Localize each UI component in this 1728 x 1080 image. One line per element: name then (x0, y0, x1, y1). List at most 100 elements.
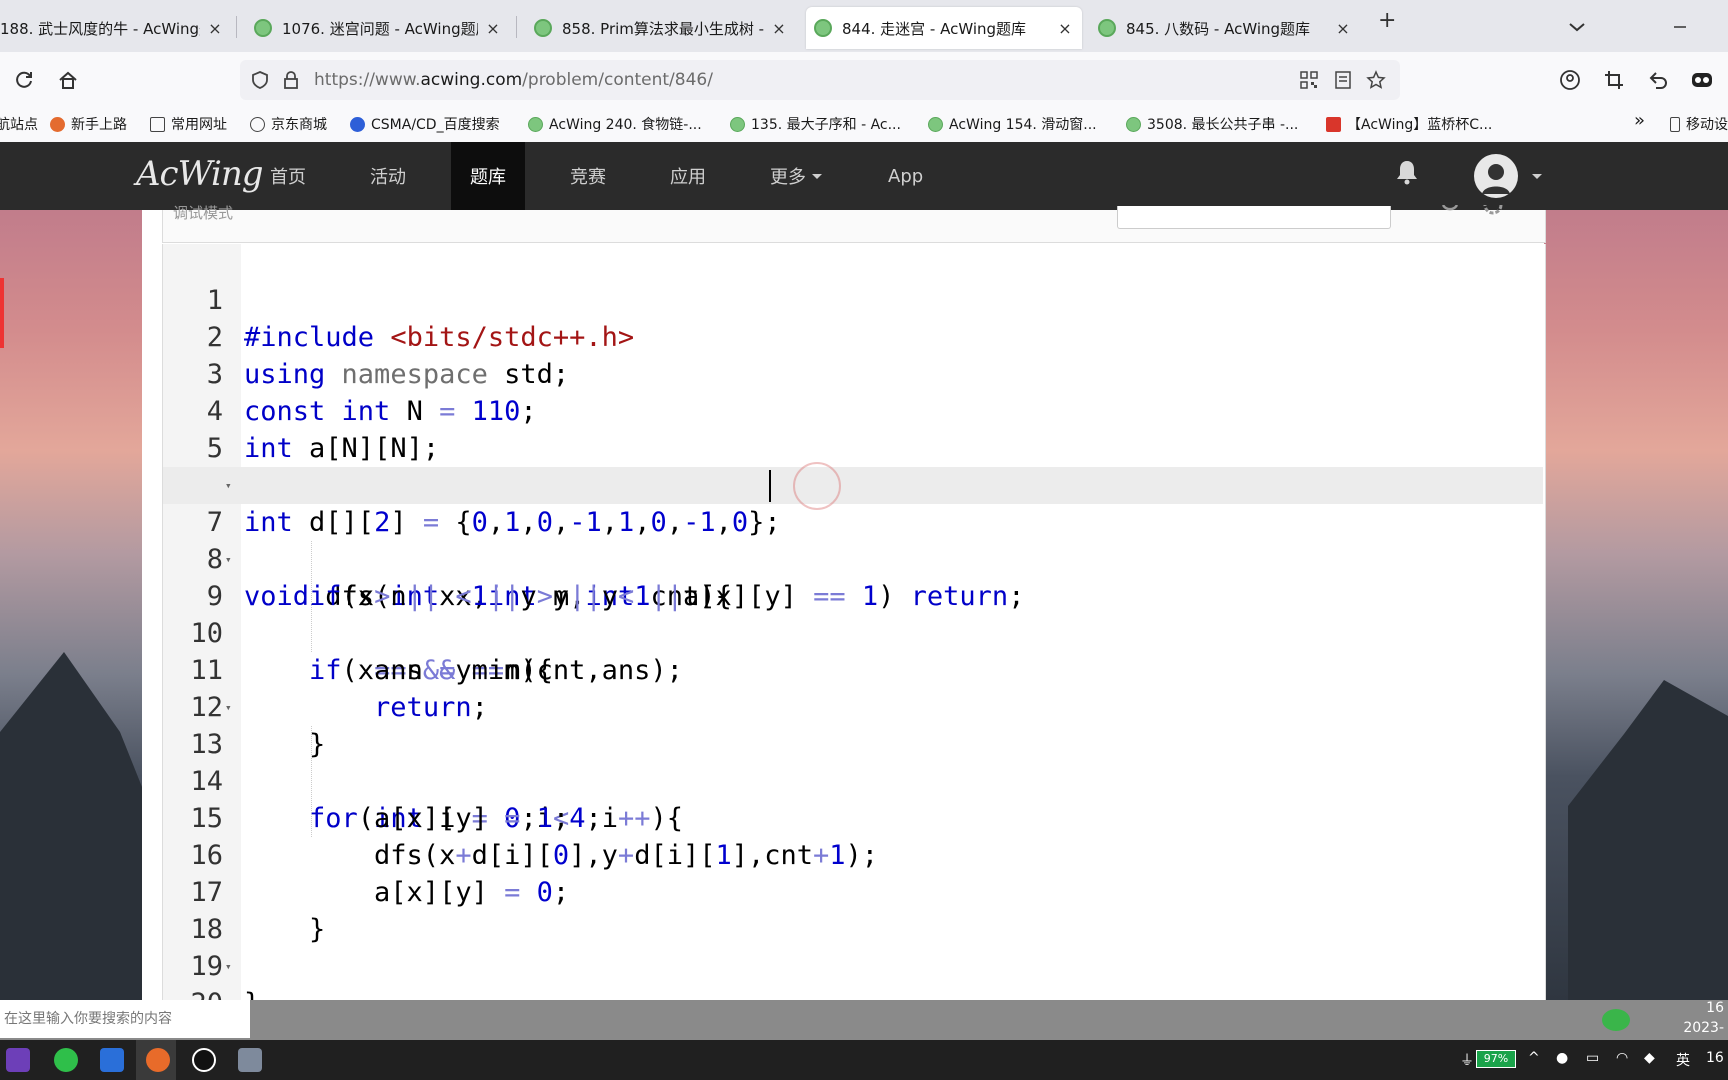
battery-tray-icon[interactable]: ▭ (1586, 1050, 1599, 1066)
tab-list-chevron-icon[interactable] (1568, 14, 1586, 39)
code-line[interactable]: 6 int d[][2] = {0,1,0,-1,1,0,-1,0}; (163, 430, 1543, 538)
reader-view-icon[interactable] (1334, 71, 1352, 93)
fold-arrow-icon[interactable]: ▾ (225, 948, 232, 985)
browser-tab[interactable]: 845. 八数码 - AcWing题库 × (1090, 7, 1360, 49)
nav-problems[interactable]: 题库 (451, 142, 525, 210)
minimize-window-icon[interactable] (1672, 14, 1688, 39)
code-line[interactable]: 14 a[x][y] = 1; (163, 726, 1543, 834)
browser-tab[interactable]: 1076. 迷宫问题 - AcWing题库 × (246, 7, 510, 49)
power-plug-icon[interactable]: ⏚ (1460, 1050, 1474, 1070)
refresh-icon[interactable] (1439, 204, 1461, 223)
site-logo[interactable]: AcWing (136, 154, 263, 194)
code-line[interactable]: 19 } (163, 911, 1543, 1000)
code-line[interactable]: 17 } (163, 837, 1543, 945)
fold-arrow-icon[interactable]: ▾ (225, 689, 232, 726)
code-line[interactable]: 9 ▾ if(x==n&&y==m){ (163, 541, 1543, 686)
code-line[interactable]: 21 ios::sync_with_stdio(false); (163, 985, 1543, 1000)
obs-record-icon[interactable] (192, 1048, 216, 1072)
nav-more[interactable]: 更多 (770, 142, 822, 210)
shield-icon[interactable] (250, 70, 270, 94)
extension-icon[interactable] (1688, 66, 1716, 94)
tab-close-icon[interactable]: × (484, 19, 502, 38)
indent-guide (311, 726, 312, 837)
tray-chevron-up-icon[interactable]: ^ (1528, 1050, 1540, 1066)
bookmark-item[interactable]: 135. 最大子序和 - Ac... (730, 114, 901, 134)
notification-bell-icon[interactable] (1394, 158, 1420, 190)
taskbar-search-input[interactable]: 在这里输入你要搜索的内容 (0, 1000, 250, 1038)
tray-app-icon[interactable]: ◆ (1644, 1050, 1655, 1066)
tab-close-icon[interactable]: × (770, 19, 788, 38)
address-bar[interactable]: https://www.acwing.com/problem/content/8… (240, 60, 1400, 100)
battery-indicator[interactable]: 97% (1476, 1050, 1516, 1068)
undo-arrow-icon[interactable] (1644, 66, 1672, 94)
editor-toolbar-input[interactable] (1117, 206, 1391, 229)
nav-contest[interactable]: 竞赛 (570, 142, 606, 210)
code-line[interactable]: 13 ▾ for(int i = 0;i<4;i++){ (163, 689, 1543, 834)
gear-icon[interactable] (1481, 195, 1505, 223)
chat-bubble-icon[interactable] (1602, 1009, 1630, 1031)
desktop-status-bar: 在这里输入你要搜索的内容 16 2023- (0, 1000, 1728, 1040)
lock-icon[interactable] (282, 70, 300, 94)
firefox-icon[interactable] (146, 1048, 170, 1072)
code-line[interactable]: 4 int a[N][N]; (163, 356, 1543, 464)
code-line[interactable]: 3 const int N = 110; (163, 319, 1543, 427)
code-line[interactable]: 8 if(x>n||x<1||y>m||y<1||a[x][y] == 1) r… (163, 504, 1543, 612)
ime-indicator[interactable]: 英 (1676, 1050, 1690, 1070)
screenshot-crop-icon[interactable] (1600, 66, 1628, 94)
code-editor[interactable]: 1 #include <bits/stdc++.h> 2 using names… (162, 244, 1546, 1000)
qr-code-icon[interactable] (1300, 71, 1318, 93)
reload-icon[interactable] (10, 66, 38, 94)
avatar[interactable] (1474, 154, 1518, 198)
code-line[interactable]: 16 a[x][y] = 0; (163, 800, 1543, 908)
tab-close-icon[interactable]: × (1056, 19, 1074, 38)
bookmark-item[interactable]: AcWing 240. 食物链-... (528, 114, 702, 134)
blue-app-icon[interactable] (100, 1048, 124, 1072)
wechat-icon[interactable] (54, 1048, 78, 1072)
code-line[interactable]: 15 dfs(x+d[i][0],y+d[i][1],cnt+1); (163, 763, 1543, 871)
wifi-icon[interactable]: ◠ (1616, 1050, 1628, 1066)
code-line[interactable]: 12 } (163, 652, 1543, 760)
code-line[interactable]: 10 ans = min(cnt,ans); (163, 578, 1543, 686)
account-icon[interactable] (1556, 66, 1584, 94)
bookmark-item[interactable]: CSMA/CD_百度搜索 (350, 114, 500, 134)
nav-app[interactable]: App (888, 142, 923, 210)
browser-tab-active[interactable]: 844. 走迷宫 - AcWing题库 × (806, 7, 1082, 49)
tab-separator (516, 16, 517, 38)
url-text[interactable]: https://www.acwing.com/problem/content/8… (314, 70, 713, 90)
bookmark-label: 【AcWing】蓝桥杯C... (1347, 117, 1493, 133)
bookmark-item[interactable]: 导航站点 (0, 114, 38, 134)
tab-close-icon[interactable]: × (206, 19, 224, 38)
fold-arrow-icon[interactable]: ▾ (225, 541, 232, 578)
bookmark-star-icon[interactable] (1366, 70, 1386, 94)
recording-icon[interactable]: ● (1556, 1050, 1568, 1066)
code-line-active[interactable]: 7 ▾ void dfs(int x,int y,int cnt){ (163, 467, 1543, 612)
nav-activity[interactable]: 活动 (370, 142, 406, 210)
browser-tab[interactable]: 188. 武士风度的牛 - AcWing题 × (0, 7, 232, 49)
new-tab-button[interactable]: + (1378, 8, 1396, 33)
side-widget-tab[interactable] (0, 278, 4, 348)
code-line[interactable]: 18 (163, 874, 1543, 945)
visual-studio-icon[interactable] (6, 1048, 30, 1072)
code-line[interactable]: 1 #include <bits/stdc++.h> (163, 245, 1543, 353)
nav-home[interactable]: 首页 (270, 142, 306, 210)
code-line[interactable]: 20 ▾ signed main(){ (163, 948, 1543, 1000)
bookmark-item[interactable]: 3508. 最长公共子串 -... (1126, 114, 1298, 134)
home-icon[interactable] (54, 66, 82, 94)
bookmarks-overflow-chevron-icon[interactable]: » (1634, 110, 1645, 131)
bookmark-item[interactable]: 新手上路 (50, 114, 127, 134)
code-line[interactable]: 11 return; (163, 615, 1543, 723)
bookmark-item[interactable]: 移动设 (1670, 114, 1728, 134)
bookmark-item[interactable]: 京东商城 (250, 114, 327, 134)
browser-tab[interactable]: 858. Prim算法求最小生成树 - A × (526, 7, 796, 49)
avatar-caret-down-icon[interactable] (1532, 174, 1542, 179)
bookmark-item[interactable]: AcWing 154. 滑动窗... (928, 114, 1097, 134)
debug-mode-label[interactable]: 调试模式 (173, 202, 233, 223)
fold-arrow-icon[interactable]: ▾ (225, 467, 232, 504)
tab-close-icon[interactable]: × (1334, 19, 1352, 38)
bookmark-item[interactable]: 常用网址 (150, 114, 227, 134)
bookmark-item[interactable]: 【AcWing】蓝桥杯C... (1326, 114, 1492, 134)
code-line[interactable]: 5 int n,m,ans = 0x3fffffff; (163, 393, 1543, 501)
paint-app-icon[interactable] (238, 1048, 262, 1072)
code-line[interactable]: 2 using namespace std; (163, 282, 1543, 390)
nav-apps[interactable]: 应用 (670, 142, 706, 210)
